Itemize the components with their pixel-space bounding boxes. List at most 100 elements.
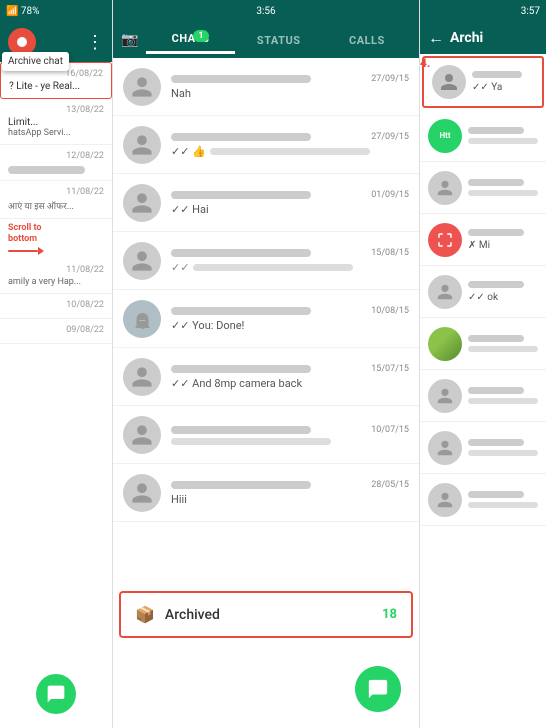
right-time: 3:57 <box>521 6 540 17</box>
chat-item[interactable]: 27/09/15 Nah <box>113 58 419 116</box>
right-chat-preview-bar <box>468 190 538 196</box>
chat-preview-bar <box>210 148 370 155</box>
chat-date: 10/08/15 <box>371 306 409 316</box>
right-panel: 3:57 ← Archi ✓✓ Ya 4. Htt <box>420 0 546 728</box>
right-chat-item[interactable] <box>420 474 546 526</box>
right-chat-item[interactable] <box>420 370 546 422</box>
chat-name-bar <box>171 426 311 434</box>
middle-tabs: CHATS 1 STATUS CALLS <box>146 26 411 54</box>
avatar <box>428 379 462 413</box>
right-chat-content <box>468 491 538 508</box>
avatar <box>123 416 161 454</box>
chat-item[interactable]: 27/09/15 ✓✓ 👍 <box>113 116 419 174</box>
left-chat-date: 10/08/22 <box>8 300 104 310</box>
left-chat-item[interactable]: 10/08/22 <box>0 294 112 319</box>
chat-name-bar <box>171 75 311 83</box>
right-chat-preview-text: ✓✓ Ya <box>472 82 502 93</box>
left-panel: 📶 78% ⋮ Archive chat 16/08/22 ? Lite - y… <box>0 0 113 728</box>
right-chat-name-bar <box>468 439 524 446</box>
avatar <box>123 358 161 396</box>
number-label-4: 4. <box>420 56 430 70</box>
chat-date: 27/09/15 <box>371 132 409 142</box>
avatar <box>428 275 462 309</box>
right-chat-item[interactable] <box>420 318 546 370</box>
new-chat-fab[interactable] <box>355 666 401 712</box>
left-chat-date: 09/08/22 <box>8 325 104 335</box>
chat-content: 10/08/15 ✓✓ You: Done! <box>171 306 409 332</box>
middle-status-bar: 3:56 <box>113 0 419 22</box>
avatar <box>123 126 161 164</box>
right-chat-preview-bar <box>468 398 538 404</box>
right-chat-content <box>468 387 538 404</box>
chat-content: 27/09/15 ✓✓ 👍 <box>171 132 409 158</box>
avatar <box>432 65 466 99</box>
left-status-bar: 📶 78% <box>0 0 112 22</box>
tab-status[interactable]: STATUS <box>235 26 323 54</box>
left-signal-icons: 📶 78% <box>6 6 40 17</box>
chat-date: 15/07/15 <box>371 364 409 374</box>
left-chat-name: ? Lite - ye Real... <box>9 81 103 92</box>
right-panel-title: Archi <box>450 30 483 46</box>
chat-item[interactable]: 15/07/15 ✓✓ And 8mp camera back <box>113 348 419 406</box>
archive-tooltip: Archive chat <box>2 52 69 71</box>
right-chat-content: ✓✓ Ya <box>472 71 534 93</box>
chat-list: 27/09/15 Nah 27/09/15 ✓✓ 👍 <box>113 58 419 642</box>
chat-date: 01/09/15 <box>371 190 409 200</box>
right-chat-content <box>468 335 538 352</box>
chat-name-bar <box>171 481 311 489</box>
right-chat-item[interactable]: Htt <box>420 110 546 162</box>
right-chat-name-bar <box>468 491 524 498</box>
right-chat-content: ✗ Mi <box>468 229 538 251</box>
right-chat-item[interactable] <box>420 422 546 474</box>
left-chat-item[interactable]: 09/08/22 <box>0 319 112 344</box>
right-chat-preview-bar <box>468 502 538 508</box>
avatar <box>123 242 161 280</box>
avatar <box>123 300 161 338</box>
right-chat-preview-bar <box>468 450 538 456</box>
tab-chats[interactable]: CHATS 1 <box>146 26 234 54</box>
left-chat-item[interactable]: 13/08/22 Limit... hatsApp Servi... <box>0 99 112 145</box>
chat-item[interactable]: 15/08/15 ✓✓ <box>113 232 419 290</box>
tab-calls[interactable]: CALLS <box>323 26 411 54</box>
left-chat-list: 16/08/22 ? Lite - ye Real... 13/08/22 Li… <box>0 62 112 660</box>
chat-item[interactable]: 10/08/15 ✓✓ You: Done! <box>113 290 419 348</box>
right-chat-name-bar <box>468 179 524 186</box>
new-chat-fab[interactable] <box>36 674 76 714</box>
middle-panel: 3:56 📷 CHATS 1 STATUS CALLS <box>113 0 420 728</box>
right-chat-item[interactable] <box>420 162 546 214</box>
left-chat-date: 11/08/22 <box>8 187 104 197</box>
left-chat-date: 13/08/22 <box>8 105 104 115</box>
back-button[interactable]: ← <box>428 28 444 48</box>
right-chat-content <box>468 439 538 456</box>
middle-time: 3:56 <box>256 6 275 17</box>
left-chat-preview: आएं या इस ऑफर... <box>8 199 104 212</box>
chat-item[interactable]: 01/09/15 ✓✓ Hai <box>113 174 419 232</box>
left-chat-preview: amily a very Hap... <box>8 277 104 287</box>
chat-preview-text: ✓✓ Hai <box>171 203 209 216</box>
archived-count: 18 <box>382 607 397 622</box>
chat-item[interactable]: 28/05/15 Hiii <box>113 464 419 522</box>
right-chat-item[interactable]: ✓✓ Ya 4. <box>422 56 544 108</box>
left-chat-item[interactable]: 11/08/22 amily a very Hap... <box>0 259 112 294</box>
chat-date: 15/08/15 <box>371 248 409 258</box>
right-chat-content: ✓✓ ok <box>468 281 538 303</box>
chat-name-bar <box>171 191 311 199</box>
archived-row[interactable]: 📦 Archived 18 <box>119 591 413 638</box>
chat-item[interactable]: 10/07/15 <box>113 406 419 464</box>
avatar <box>123 184 161 222</box>
right-chat-name-bar <box>468 229 524 236</box>
chat-preview-bar <box>171 438 331 445</box>
chat-content: 10/07/15 <box>171 425 409 445</box>
more-icon[interactable]: ⋮ <box>86 32 104 53</box>
right-chat-item[interactable]: ✓✓ ok <box>420 266 546 318</box>
right-chat-item[interactable]: ✗ Mi <box>420 214 546 266</box>
camera-icon[interactable]: 📷 <box>121 32 138 48</box>
left-chat-preview: hatsApp Servi... <box>8 128 104 138</box>
avatar: Htt <box>428 119 462 153</box>
right-chat-preview-text: ✗ Mi <box>468 240 490 251</box>
middle-header: 📷 CHATS 1 STATUS CALLS <box>113 22 419 58</box>
left-chat-item[interactable]: 11/08/22 आएं या इस ऑफर... <box>0 181 112 219</box>
left-chat-item[interactable]: 12/08/22 <box>0 145 112 181</box>
avatar <box>428 483 462 517</box>
chat-name-bar <box>171 307 311 315</box>
